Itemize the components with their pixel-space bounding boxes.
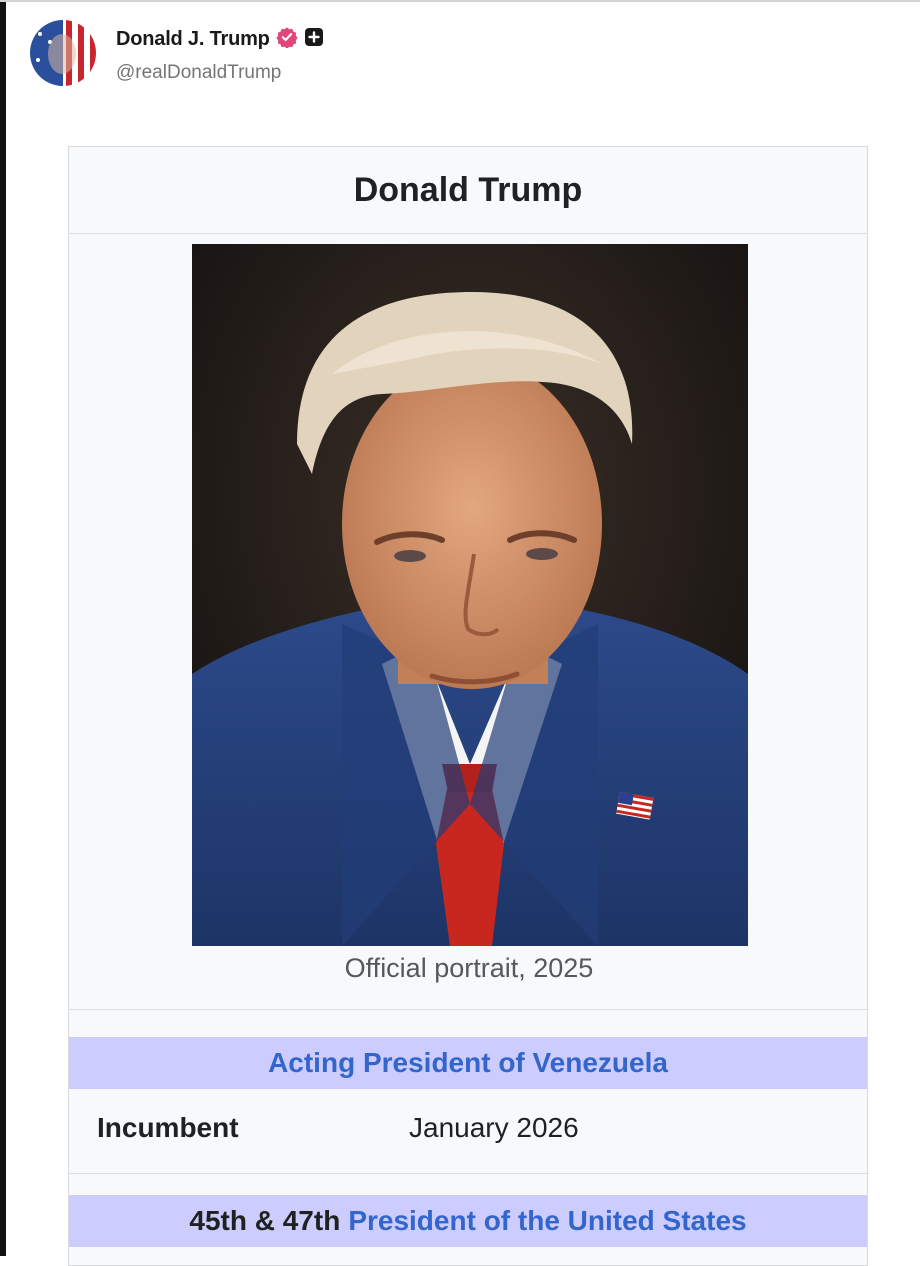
wiki-infobox: Donald Trump Official portrait, 2025 Act… (68, 146, 869, 1266)
office-ordinal: 45th & 47th (189, 1205, 341, 1236)
office-header-venezuela: Acting President of Venezuela (69, 1037, 867, 1089)
name-row: Donald J. Trump (116, 26, 324, 53)
display-name[interactable]: Donald J. Trump (116, 28, 270, 51)
top-divider (0, 0, 920, 2)
verified-badge-icon (276, 26, 298, 53)
infobox-divider (69, 1173, 869, 1174)
avatar-image (30, 20, 96, 86)
portrait-image (192, 244, 748, 946)
infobox-divider (69, 1009, 869, 1010)
venezuela-office-link[interactable]: Acting President of Venezuela (268, 1047, 668, 1079)
usa-president-link[interactable]: President of the United States (348, 1205, 746, 1237)
avatar[interactable] (30, 20, 96, 86)
incumbent-value: January 2026 (409, 1112, 579, 1143)
office-header-usa: 45th & 47th President of the United Stat… (69, 1195, 867, 1247)
plus-square-icon[interactable] (304, 27, 324, 52)
window-edge (0, 0, 6, 1256)
portrait-caption: Official portrait, 2025 (344, 953, 594, 983)
incumbent-label: Incumbent (97, 1112, 239, 1143)
official-portrait[interactable] (192, 244, 748, 946)
user-handle[interactable]: @realDonaldTrump (116, 62, 281, 84)
post-header: Donald J. Trump @realDonaldTrump (30, 18, 730, 88)
infobox-title: Donald Trump (69, 147, 867, 234)
